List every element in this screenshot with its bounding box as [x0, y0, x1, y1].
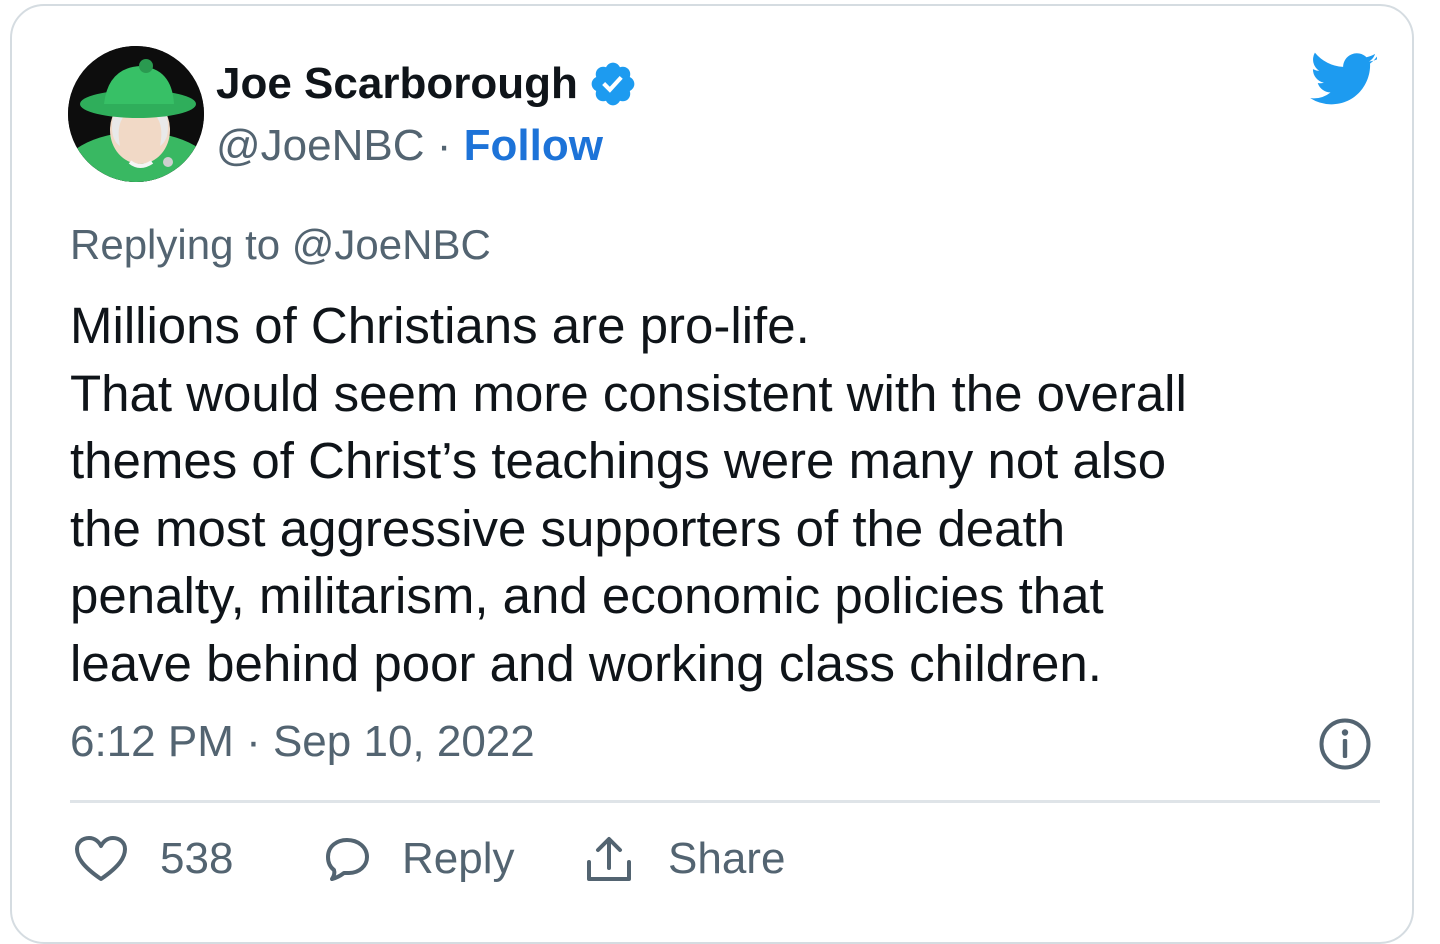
follow-button[interactable]: Follow [464, 121, 603, 170]
author-name[interactable]: Joe Scarborough [216, 58, 578, 110]
author-name-row: Joe Scarborough [216, 58, 638, 110]
share-label: Share [668, 834, 786, 883]
verified-badge-icon [591, 62, 635, 106]
avatar-image [68, 46, 204, 182]
info-icon[interactable] [1318, 717, 1372, 771]
like-button[interactable]: 538 [74, 828, 233, 890]
tweet-text-line: penalty, militarism, and economic polici… [70, 567, 1104, 625]
avatar[interactable] [68, 46, 204, 182]
tweet-text-line: themes of Christ’s teachings were many n… [70, 432, 1167, 490]
handle-separator: · [436, 121, 452, 170]
tweet-timestamp[interactable]: 6:12 PM · Sep 10, 2022 [70, 716, 535, 768]
tweet-text-line: the most aggressive supporters of the de… [70, 499, 1066, 557]
share-button[interactable]: Share [582, 828, 785, 890]
author-handle[interactable]: @JoeNBC [216, 121, 425, 170]
reply-button[interactable]: Reply [322, 828, 515, 890]
heart-icon [75, 836, 127, 881]
replying-prefix: Replying to [70, 221, 281, 268]
like-count: 538 [160, 834, 234, 883]
share-icon [587, 837, 631, 881]
divider [70, 800, 1380, 803]
tweet-card: Joe Scarborough @JoeNBC · Follow Replyin… [10, 4, 1414, 944]
tweet-text-line: Millions of Christians are pro-life. [70, 297, 810, 354]
author-handle-row: @JoeNBC · Follow [216, 120, 603, 172]
replying-mention[interactable]: @JoeNBC [292, 221, 491, 268]
tweet-text-line: leave behind poor and working class chil… [70, 634, 1102, 692]
twitter-bird-icon[interactable] [1310, 52, 1378, 110]
replying-to: Replying to @JoeNBC [70, 220, 491, 270]
reply-bubble-icon [326, 838, 369, 881]
tweet-text: Millions of Christians are pro-life. Tha… [70, 292, 1390, 698]
reply-label: Reply [402, 834, 515, 883]
tweet-text-line: That would seem more consistent with the… [70, 364, 1187, 422]
